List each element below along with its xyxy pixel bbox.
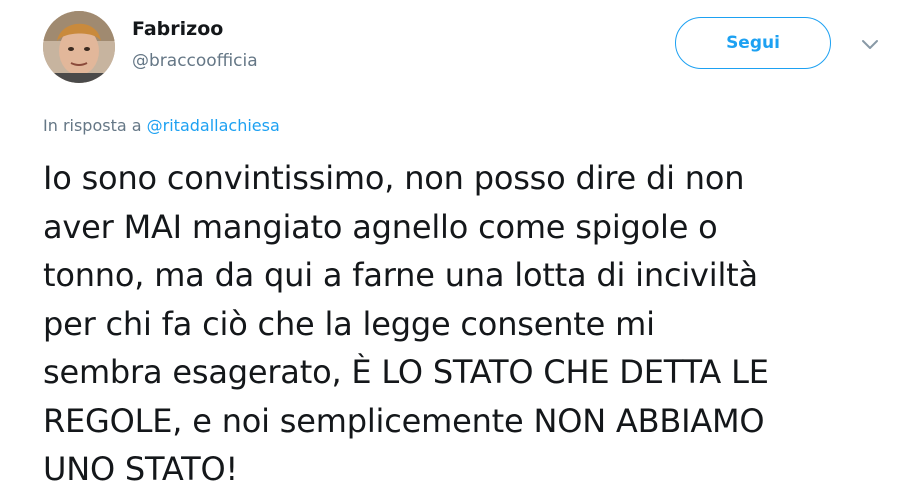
display-name[interactable]: Fabrizoo bbox=[132, 16, 258, 42]
follow-button[interactable]: Segui bbox=[675, 17, 831, 69]
tweet-line: Io sono convintissimo, non posso dire di… bbox=[43, 159, 745, 197]
chevron-down-icon[interactable] bbox=[858, 36, 882, 54]
reply-mention-link[interactable]: @ritadallachiesa bbox=[147, 116, 280, 135]
user-handle[interactable]: @braccoofficia bbox=[132, 48, 258, 74]
tweet-line: sembra esagerato, È LO STATO CHE DETTA L… bbox=[43, 353, 769, 391]
tweet-line: REGOLE, e noi semplicemente NON ABBIAMO bbox=[43, 401, 765, 440]
tweet-text: Io sono convintissimo, non posso dire di… bbox=[43, 154, 903, 494]
tweet-line: per chi fa ciò che la legge consente mi bbox=[43, 304, 655, 343]
tweet-line: aver MAI mangiato agnello come spigole o bbox=[43, 207, 718, 246]
tweet-line: UNO STATO! bbox=[43, 450, 239, 488]
tweet-line: tonno, ma da qui a farne una lotta di in… bbox=[43, 256, 758, 294]
avatar-image bbox=[43, 11, 115, 83]
reply-context: In risposta a @ritadallachiesa bbox=[43, 114, 280, 138]
tweet-card: Fabrizoo @braccoofficia Segui In rispost… bbox=[0, 0, 912, 500]
user-info: Fabrizoo @braccoofficia bbox=[132, 16, 258, 74]
reply-prefix: In risposta a bbox=[43, 116, 142, 135]
avatar[interactable] bbox=[43, 11, 115, 83]
